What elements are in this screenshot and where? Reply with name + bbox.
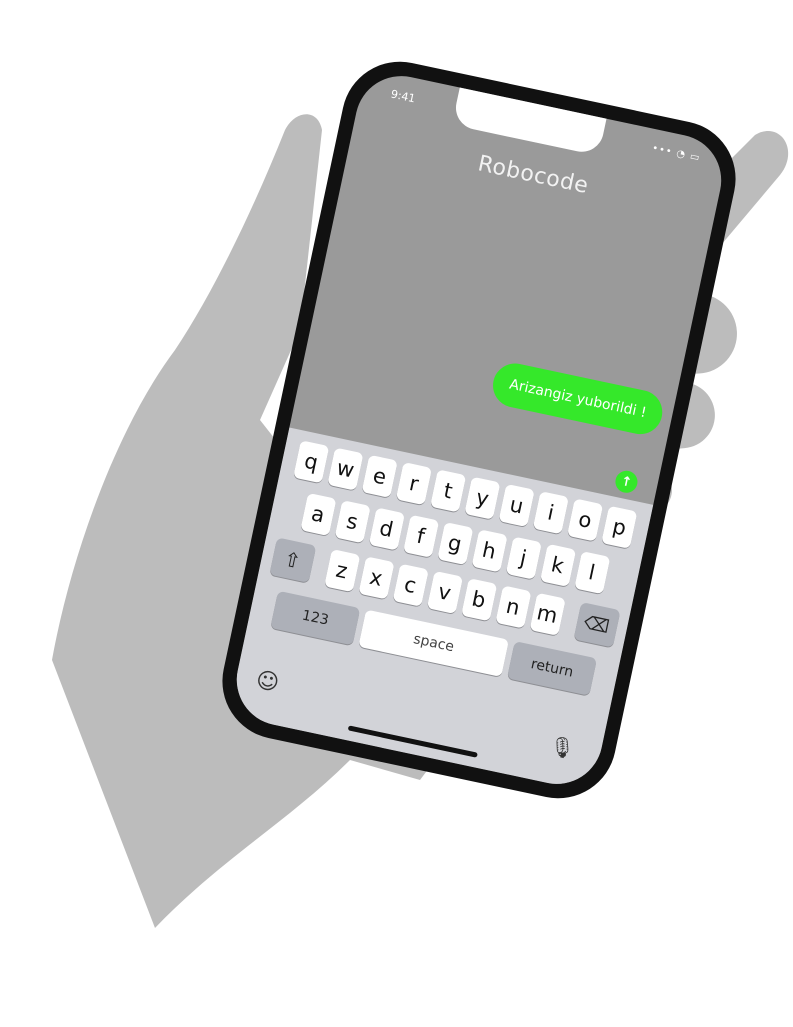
message-bubble: Arizangiz yuborildi ! (489, 359, 667, 439)
key-s[interactable]: s (334, 500, 371, 544)
key-n[interactable]: n (494, 585, 532, 629)
key-g[interactable]: g (436, 521, 474, 566)
key-w[interactable]: w (327, 447, 364, 491)
key-f[interactable]: f (402, 514, 439, 558)
key-k[interactable]: k (539, 543, 576, 587)
key-q[interactable]: q (293, 440, 330, 484)
key-m[interactable]: m (529, 592, 566, 636)
key-l[interactable]: l (573, 550, 610, 595)
key-t[interactable]: t (430, 469, 467, 513)
key-v[interactable]: v (426, 570, 463, 614)
message-text: Arizangiz yuborildi ! (507, 376, 648, 422)
arrow-up-icon: ↑ (619, 473, 634, 491)
key-y[interactable]: y (464, 476, 501, 520)
status-icons: ••• ◔ ▭ (650, 142, 702, 164)
key-b[interactable]: b (460, 578, 497, 622)
key-c[interactable]: c (392, 563, 429, 607)
key-u[interactable]: u (498, 483, 535, 528)
key-j[interactable]: j (505, 536, 542, 580)
backspace-key[interactable]: ⌫ (573, 601, 621, 648)
key-d[interactable]: d (368, 507, 405, 551)
key-a[interactable]: a (299, 492, 337, 536)
key-o[interactable]: o (566, 498, 604, 542)
key-z[interactable]: z (323, 548, 360, 593)
return-key[interactable]: return (506, 641, 598, 696)
key-h[interactable]: h (470, 529, 508, 573)
shift-icon: ⇧ (281, 546, 304, 574)
microphone-icon[interactable]: 🎙 (547, 733, 577, 762)
send-button[interactable]: ↑ (613, 468, 640, 495)
key-p[interactable]: p (601, 505, 638, 549)
key-x[interactable]: x (357, 556, 395, 600)
status-time: 9:41 (389, 87, 417, 106)
backspace-icon: ⌫ (581, 611, 612, 638)
key-i[interactable]: i (532, 491, 569, 535)
key-e[interactable]: e (361, 454, 398, 498)
emoji-icon[interactable]: ☺ (254, 667, 282, 696)
key-r[interactable]: r (395, 462, 433, 506)
numbers-key[interactable]: 123 (270, 590, 361, 646)
shift-key[interactable]: ⇧ (268, 537, 316, 583)
